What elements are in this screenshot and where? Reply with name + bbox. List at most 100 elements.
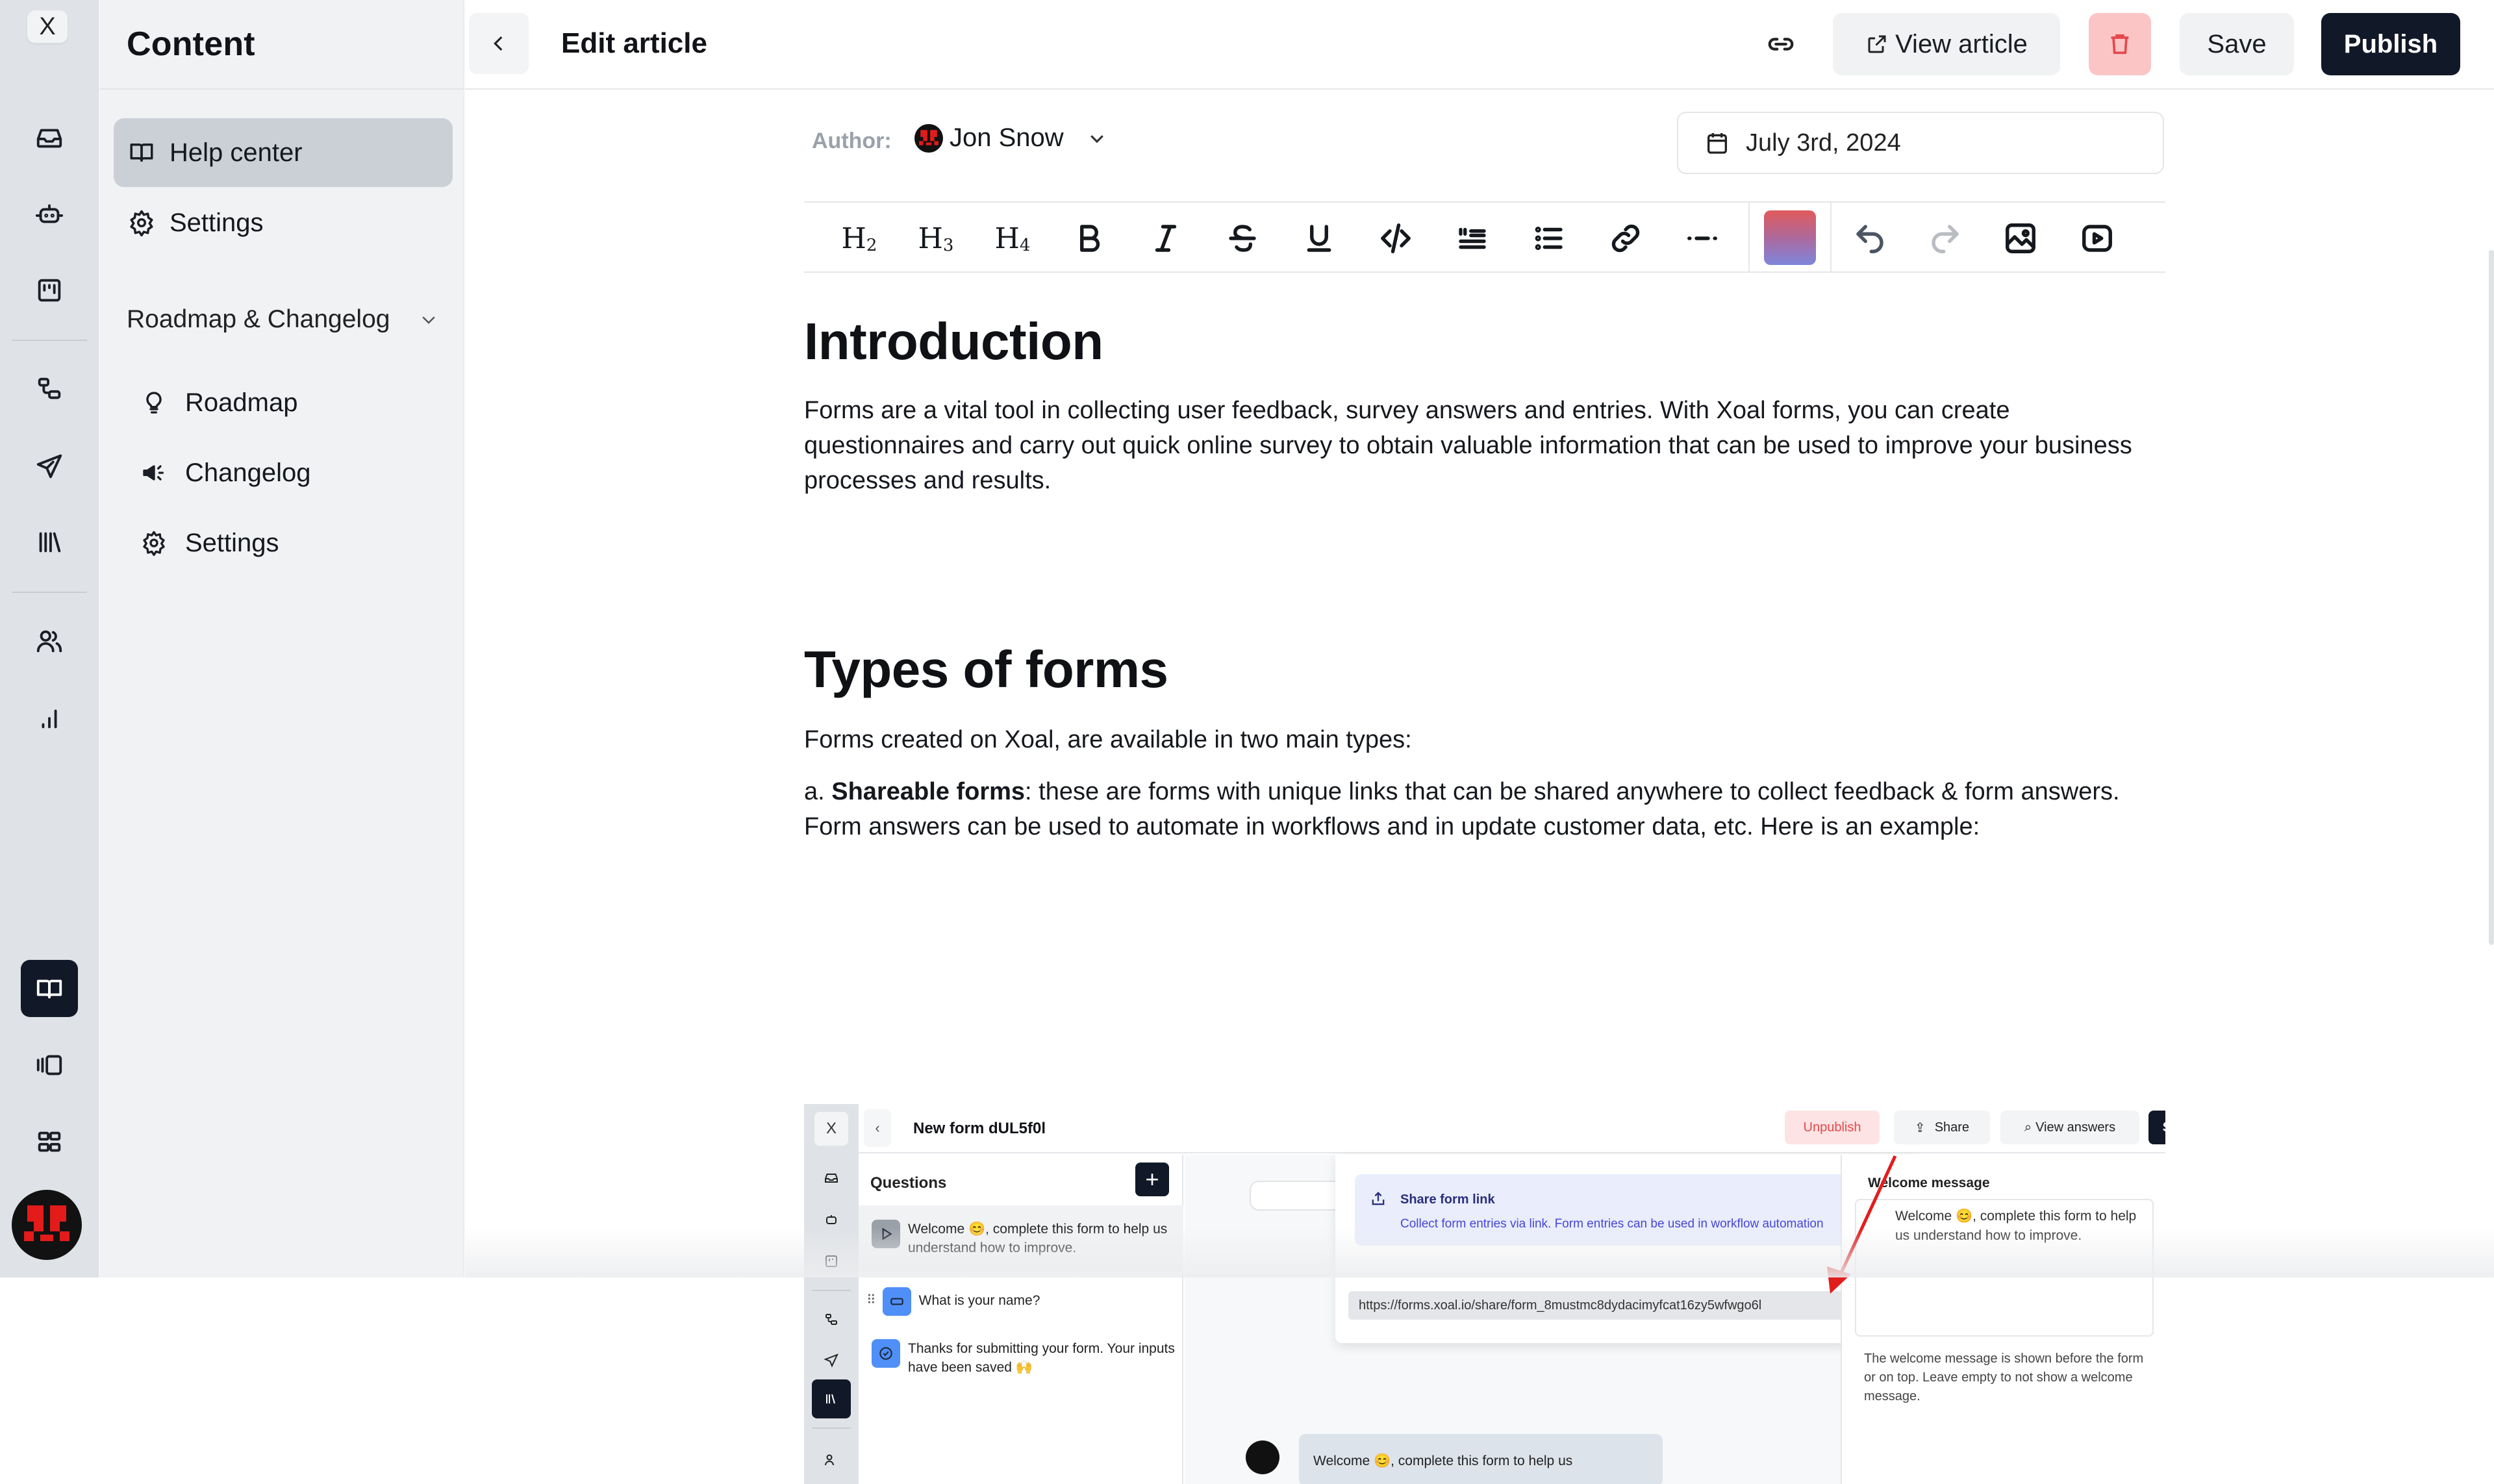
- content-sidebar: Content Help center Settings Roadmap & C…: [99, 0, 464, 1277]
- rail-divider: [12, 340, 87, 341]
- delete-button[interactable]: [2089, 13, 2151, 75]
- link-icon: [1611, 224, 1640, 253]
- copy-link-button[interactable]: [1761, 25, 1800, 64]
- sidebar-item-label: Roadmap: [185, 388, 298, 417]
- top-bar: Edit article View article Save Publish: [465, 0, 2494, 90]
- analytics-icon: [42, 709, 57, 729]
- close-button[interactable]: X: [27, 10, 68, 43]
- rail-contacts[interactable]: [21, 612, 78, 670]
- back-button[interactable]: [469, 13, 529, 74]
- shot-share-title: Share form link: [1400, 1192, 1495, 1207]
- shot-share-icon: ⇪: [1914, 1120, 1926, 1135]
- sidebar-item-roadmap-settings[interactable]: Settings: [141, 510, 279, 575]
- publish-button[interactable]: Publish: [2321, 13, 2460, 75]
- text-color-picker[interactable]: [1764, 210, 1816, 265]
- rail-campaigns[interactable]: [21, 437, 78, 494]
- shot-rail-divider: [812, 1290, 851, 1291]
- shot-questions-heading: Questions: [870, 1174, 947, 1192]
- code-icon: [1381, 223, 1411, 253]
- redo-button[interactable]: [1922, 216, 1968, 261]
- author-name: Jon Snow: [950, 123, 1064, 152]
- user-avatar[interactable]: [12, 1190, 82, 1260]
- shot-question-thanks: Thanks for submitting your form. Your in…: [859, 1335, 1183, 1387]
- shot-welcome-label: Welcome message: [1868, 1176, 1990, 1190]
- horizontal-rule-button[interactable]: [1680, 216, 1725, 261]
- horizontal-rule-icon: [1687, 236, 1717, 240]
- bullet-list-button[interactable]: [1526, 216, 1572, 261]
- author-select[interactable]: Jon Snow: [914, 123, 1107, 153]
- rail-workflows[interactable]: [21, 360, 78, 418]
- vertical-scrollbar[interactable]: [2489, 250, 2494, 945]
- undo-button[interactable]: [1847, 216, 1893, 261]
- bold-button[interactable]: [1066, 216, 1112, 261]
- rail-inbox[interactable]: [21, 109, 78, 166]
- insert-image-button[interactable]: [1998, 216, 2043, 261]
- link-button[interactable]: [1603, 216, 1648, 261]
- rail-board[interactable]: [21, 262, 78, 319]
- rail-bot[interactable]: [21, 186, 78, 243]
- italic-button[interactable]: [1143, 216, 1189, 261]
- paragraph-shareable-forms: a. Shareable forms: these are forms with…: [804, 778, 2120, 840]
- lightbulb-icon: [146, 392, 162, 414]
- bullet-list-icon: [1535, 226, 1563, 251]
- shot-upload-icon: [1369, 1190, 1389, 1209]
- blockquote-button[interactable]: [1450, 216, 1495, 261]
- heading-3-icon: H3: [918, 221, 954, 255]
- shot-bot-icon: [818, 1207, 844, 1233]
- megaphone-icon: [143, 465, 164, 481]
- sidebar-item-label: Help center: [170, 138, 303, 167]
- rail-analytics[interactable]: [21, 690, 78, 747]
- shot-users-icon: [818, 1447, 844, 1473]
- sidebar-item-changelog[interactable]: Changelog: [141, 440, 311, 505]
- shot-questions-panel: Questions + Welcome 😊, complete this for…: [859, 1155, 1183, 1484]
- heading-4-icon: H4: [994, 221, 1031, 255]
- chevron-left-icon: [494, 36, 503, 51]
- underline-button[interactable]: [1296, 216, 1342, 261]
- insert-video-button[interactable]: [2074, 216, 2120, 261]
- shot-share-url: https://forms.xoal.io/share/form_8mustmc…: [1348, 1291, 1848, 1320]
- heading-3-button[interactable]: H3: [913, 216, 959, 261]
- sidebar-item-settings[interactable]: Settings: [114, 188, 453, 257]
- video-icon: [2082, 225, 2112, 252]
- library-icon: [39, 532, 61, 553]
- sidebar-item-label: Changelog: [185, 458, 311, 487]
- author-label: Author:: [812, 129, 892, 153]
- sidebar-item-help-center[interactable]: Help center: [114, 118, 453, 187]
- shot-input-icon: [882, 1287, 911, 1316]
- save-button[interactable]: Save: [2180, 13, 2294, 75]
- date-value: July 3rd, 2024: [1746, 129, 1901, 157]
- toolbar-divider: [1830, 203, 1832, 271]
- sidebar-title: Content: [127, 25, 255, 63]
- heading-introduction: Introduction: [804, 312, 1103, 370]
- paragraph-intro: Forms are a vital tool in collecting use…: [804, 397, 2132, 494]
- workflow-icon: [38, 377, 61, 399]
- avatar-pixel-icon: [24, 1205, 69, 1241]
- heading-4-button[interactable]: H4: [990, 216, 1035, 261]
- image-icon: [2006, 223, 2035, 253]
- send-icon: [36, 454, 62, 479]
- rail-apps[interactable]: [21, 1113, 78, 1170]
- shot-inbox-icon: [818, 1165, 844, 1191]
- shot-drag-icon: ⠿: [866, 1293, 876, 1307]
- rail-library[interactable]: [21, 514, 78, 571]
- shot-header: ‹ New form dUL5f0l Unpublish ⇪ Share ⌕ Vie…: [859, 1104, 2165, 1153]
- view-article-button[interactable]: View article: [1833, 13, 2060, 75]
- code-button[interactable]: [1373, 216, 1418, 261]
- section-roadmap-changelog[interactable]: Roadmap & Changelog: [127, 305, 438, 334]
- rail-carousel[interactable]: [21, 1037, 78, 1094]
- bold-icon: [1080, 225, 1100, 252]
- shot-canvas: Share form link Collect form entries via…: [1185, 1155, 1921, 1484]
- author-avatar: [914, 123, 943, 153]
- sidebar-item-label: Settings: [170, 208, 264, 237]
- undo-icon: [1856, 225, 1883, 253]
- link-icon: [1768, 38, 1794, 51]
- shot-share: ⇪ Share: [1894, 1111, 1990, 1144]
- publish-date-picker[interactable]: July 3rd, 2024: [1677, 112, 2164, 174]
- strikethrough-button[interactable]: [1220, 216, 1265, 261]
- shot-chat-avatar: [1246, 1440, 1279, 1474]
- shot-answers-icon: ⌕: [2024, 1120, 2032, 1135]
- embedded-form-screenshot[interactable]: X ‹ New form dUL5f0l Unpublish ⇪ Share ⌕ V…: [804, 1104, 2165, 1484]
- heading-2-button[interactable]: H2: [837, 216, 882, 261]
- rail-help-center[interactable]: [21, 960, 78, 1017]
- sidebar-item-roadmap[interactable]: Roadmap: [141, 370, 297, 435]
